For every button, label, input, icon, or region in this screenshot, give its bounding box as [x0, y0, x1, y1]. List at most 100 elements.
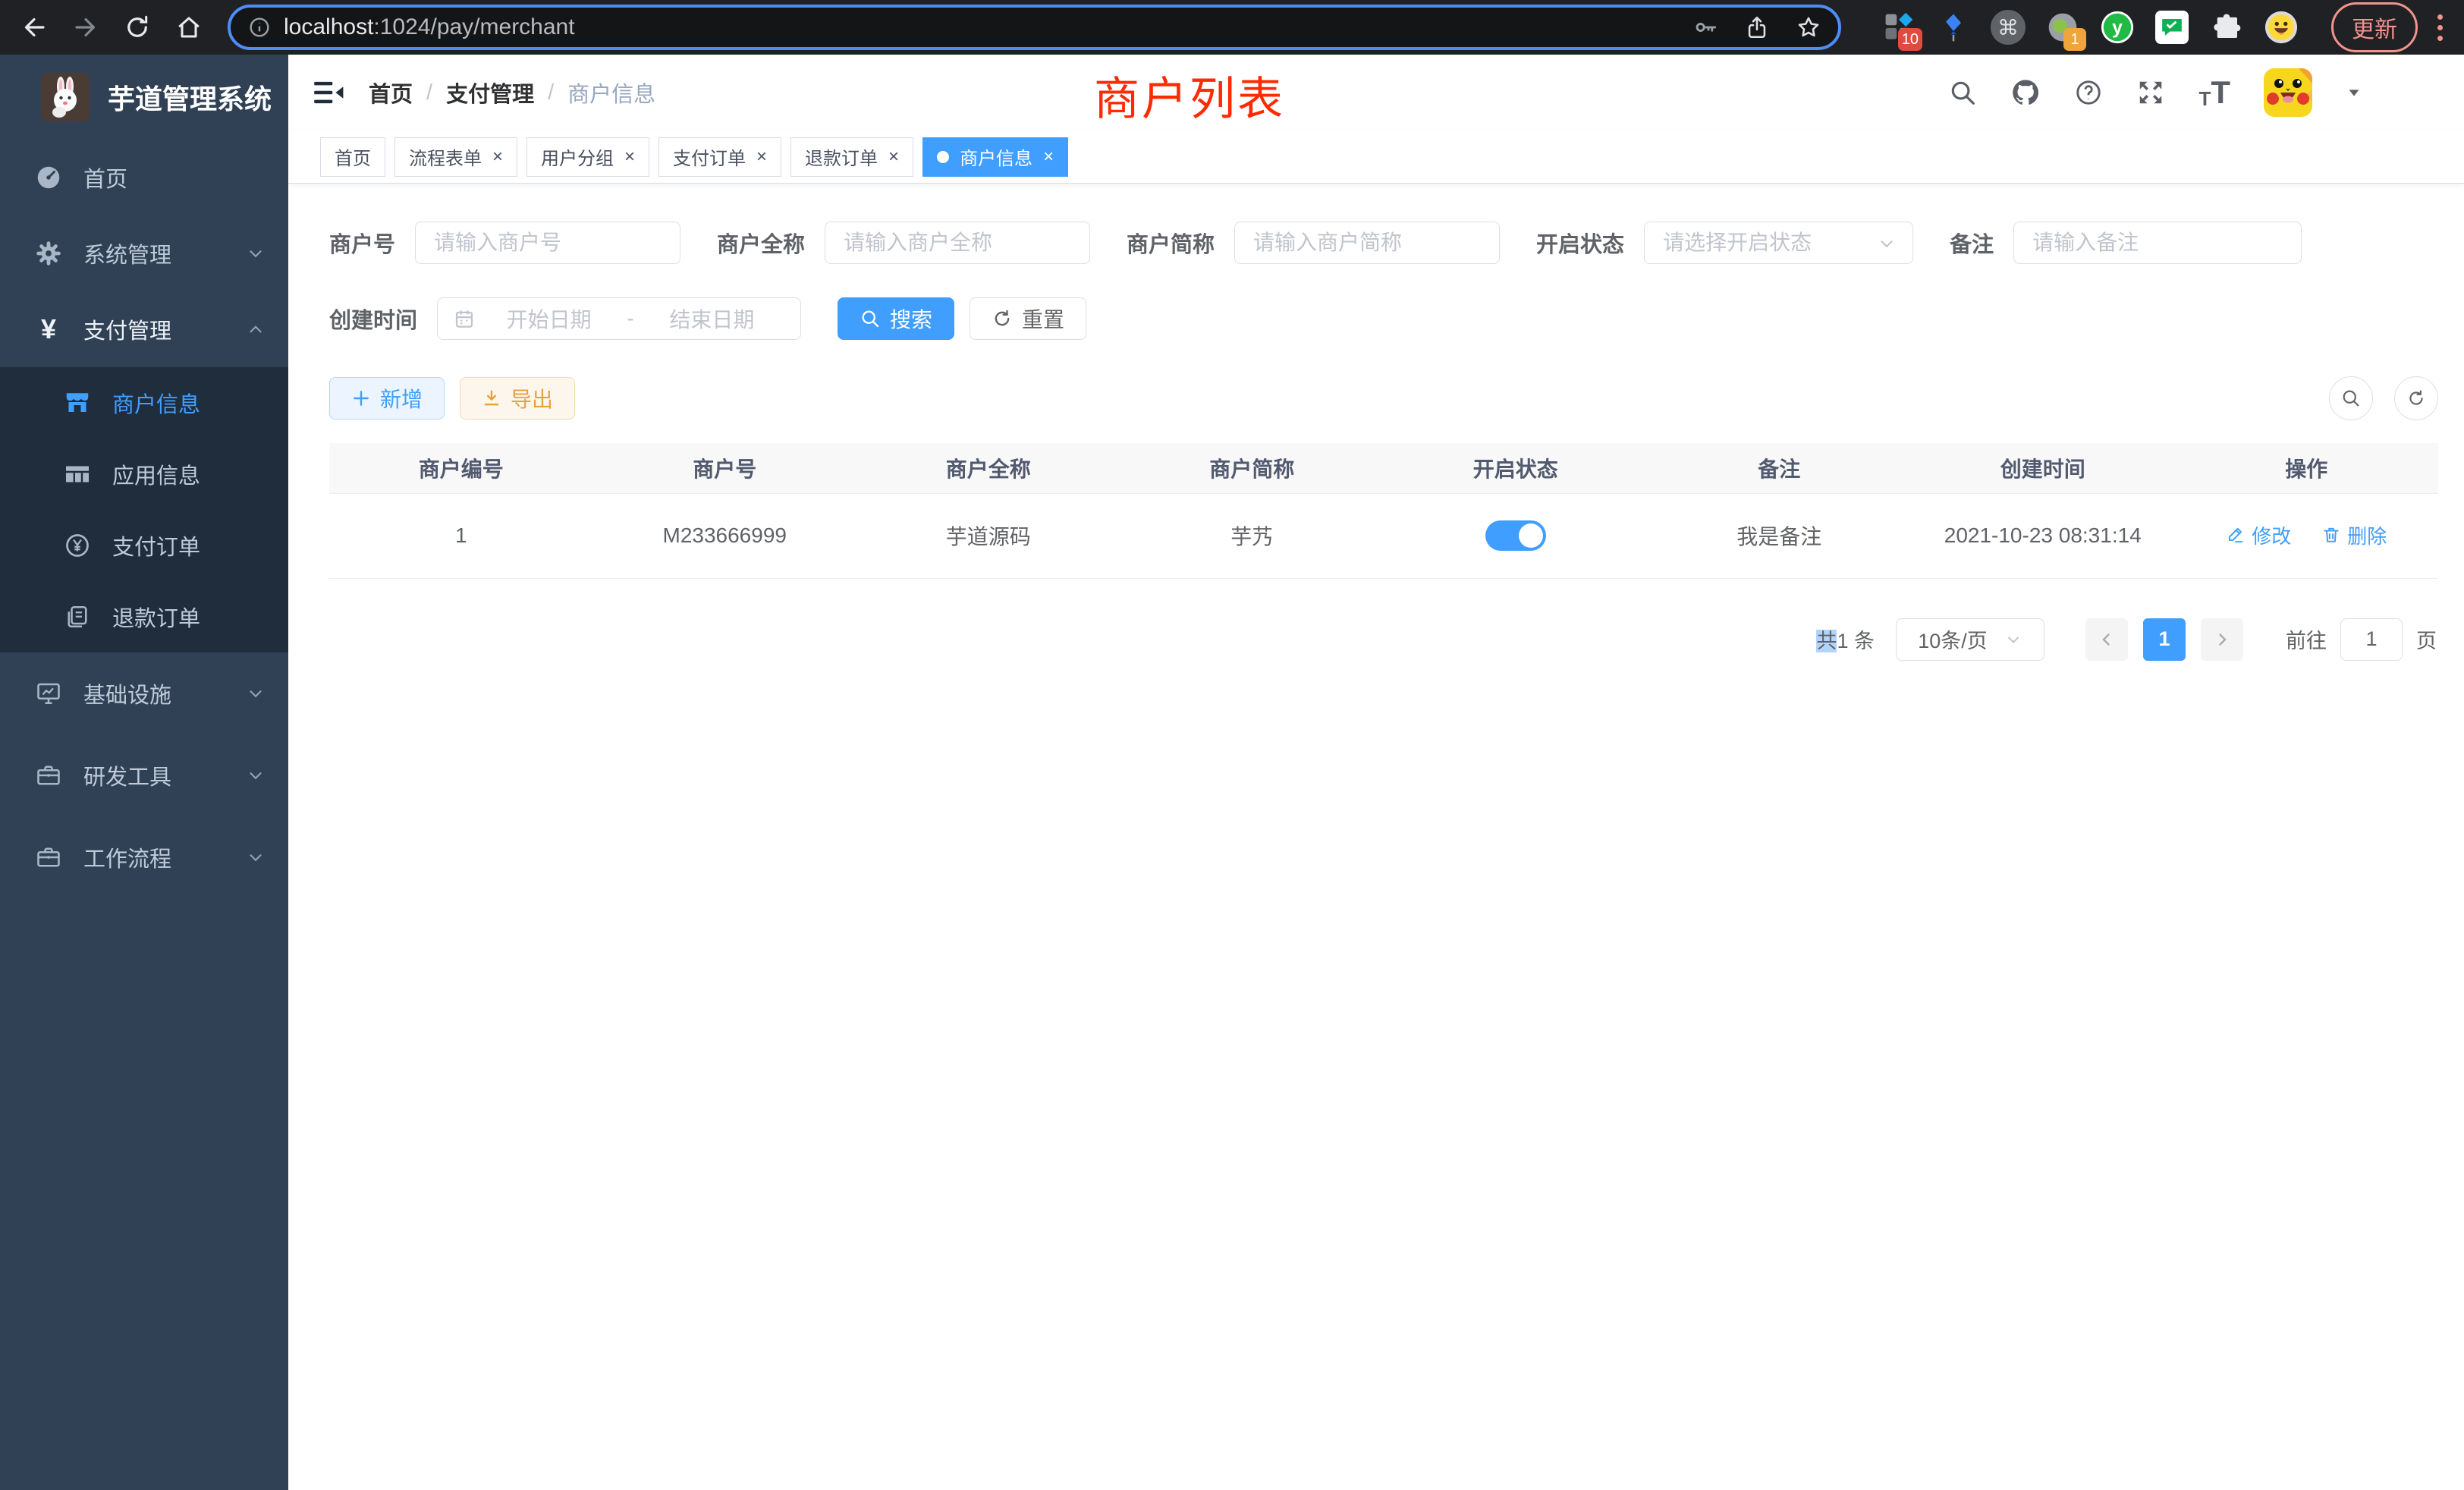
sidebar-item-merchant-info[interactable]: 商户信息: [0, 367, 288, 439]
field-remark: 备注: [1950, 222, 2302, 264]
browser-forward-button[interactable]: [65, 7, 106, 48]
status-toggle[interactable]: [1485, 520, 1546, 551]
goto-page-input[interactable]: [2340, 618, 2403, 661]
caret-down-icon[interactable]: [2346, 84, 2362, 101]
edit-link[interactable]: 修改: [2226, 521, 2291, 549]
extension-kite-button[interactable]: [1936, 10, 1971, 45]
edit-icon: [2226, 525, 2246, 545]
extension-command-button[interactable]: ⌘: [1991, 10, 2026, 45]
address-bar[interactable]: localhost:1024/pay/merchant: [228, 5, 1841, 50]
search-icon: [860, 308, 881, 329]
extension-green-y-button[interactable]: y: [2100, 10, 2135, 45]
full-name-input[interactable]: [825, 222, 1090, 264]
sidebar-item-pay[interactable]: ¥ 支付管理: [0, 291, 288, 367]
header-search-icon[interactable]: [1948, 78, 1977, 107]
page-number-button[interactable]: 1: [2143, 618, 2186, 661]
merchant-no-input[interactable]: [415, 222, 680, 264]
help-icon[interactable]: [2074, 78, 2103, 107]
reset-button-label: 重置: [1022, 303, 1064, 334]
tab-process-form[interactable]: 流程表单 ×: [394, 137, 517, 177]
extension-blocks-button[interactable]: 10: [1881, 10, 1916, 45]
hamburger-icon[interactable]: [314, 80, 344, 105]
tab-label: 支付订单: [673, 143, 746, 170]
sidebar-item-home[interactable]: 首页: [0, 140, 288, 215]
chat-icon: [2155, 11, 2189, 44]
search-button[interactable]: 搜索: [838, 297, 954, 340]
goto-unit: 页: [2416, 624, 2437, 654]
tab-home[interactable]: 首页: [320, 137, 385, 177]
field-merchant-no: 商户号: [329, 222, 680, 264]
tab-user-group[interactable]: 用户分组×: [526, 137, 649, 177]
forward-arrow-icon: [72, 14, 99, 41]
date-separator: -: [622, 306, 638, 331]
browser-home-button[interactable]: [168, 7, 209, 48]
sidebar-item-label: 系统管理: [83, 237, 171, 269]
extension-puzzle-button[interactable]: [2209, 10, 2244, 45]
chevron-right-icon: [2213, 630, 2231, 649]
sidebar-item-system[interactable]: 系统管理: [0, 215, 288, 291]
font-size-icon[interactable]: TT: [2198, 74, 2230, 111]
rabbit-logo-icon: [41, 73, 90, 121]
field-create-time: 创建时间 开始日期 - 结束日期: [329, 297, 801, 340]
breadcrumb-home[interactable]: 首页: [369, 77, 413, 108]
fullscreen-icon[interactable]: [2136, 78, 2165, 107]
chevron-down-icon: [246, 684, 266, 703]
extension-chat-button[interactable]: [2154, 10, 2189, 45]
toggle-search-button[interactable]: [2329, 376, 2373, 420]
tab-label: 流程表单: [409, 143, 482, 170]
short-name-input[interactable]: [1234, 222, 1500, 264]
page-size-select[interactable]: 10条/页: [1896, 618, 2044, 661]
share-button[interactable]: [1744, 14, 1770, 40]
close-icon[interactable]: ×: [492, 148, 503, 166]
refresh-icon: [2406, 388, 2427, 409]
emoji-face-icon: [2264, 10, 2299, 45]
date-range-picker[interactable]: 开始日期 - 结束日期: [437, 297, 801, 340]
tab-refund-order[interactable]: 退款订单×: [790, 137, 913, 177]
reset-button[interactable]: 重置: [970, 297, 1086, 340]
browser-back-button[interactable]: [14, 7, 55, 48]
tab-merchant-info[interactable]: 商户信息×: [922, 137, 1068, 177]
sidebar-item-infra[interactable]: 基础设施: [0, 652, 288, 734]
browser-menu-button[interactable]: [2430, 10, 2450, 46]
github-icon[interactable]: [2010, 77, 2041, 108]
next-page-button[interactable]: [2201, 618, 2243, 661]
col-merchant-id: 商户编号: [329, 443, 593, 493]
add-button[interactable]: 新增: [329, 377, 445, 420]
cell-status: [1384, 493, 1648, 578]
field-short-name: 商户简称: [1127, 222, 1500, 264]
bookmark-star-button[interactable]: [1796, 14, 1821, 40]
info-icon[interactable]: [247, 15, 272, 39]
browser-reload-button[interactable]: [117, 7, 158, 48]
extension-emoji-button[interactable]: [2264, 10, 2299, 45]
prev-page-button[interactable]: [2085, 618, 2128, 661]
status-select[interactable]: [1644, 222, 1913, 264]
breadcrumb-pay[interactable]: 支付管理: [446, 77, 534, 108]
sidebar-item-pay-order[interactable]: 支付订单: [0, 510, 288, 581]
app-logo[interactable]: 芋道管理系统: [0, 55, 288, 140]
sidebar-item-workflow[interactable]: 工作流程: [0, 816, 288, 898]
extension-proxy-button[interactable]: 1: [2045, 10, 2080, 45]
browser-update-button[interactable]: 更新: [2331, 2, 2418, 52]
shop-icon: [61, 389, 94, 417]
close-icon[interactable]: ×: [1043, 148, 1054, 166]
chevron-left-icon: [2098, 630, 2116, 649]
field-label: 备注: [1950, 227, 1994, 259]
export-button[interactable]: 导出: [460, 377, 575, 420]
remark-input[interactable]: [2013, 222, 2302, 264]
close-icon[interactable]: ×: [756, 148, 767, 166]
delete-link[interactable]: 删除: [2321, 521, 2387, 549]
sidebar-item-refund-order[interactable]: 退款订单: [0, 581, 288, 652]
close-icon[interactable]: ×: [888, 148, 899, 166]
tab-pay-order[interactable]: 支付订单 ×: [658, 137, 781, 177]
extensions-area: 10 ⌘ 1 y: [1872, 10, 2308, 45]
password-key-button[interactable]: [1692, 14, 1718, 40]
user-avatar[interactable]: [2264, 68, 2312, 117]
refresh-table-button[interactable]: [2394, 376, 2438, 420]
navbar-actions: TT: [1948, 68, 2362, 117]
cell-create-time: 2021-10-23 08:31:14: [1911, 493, 2175, 578]
sidebar-item-app-info[interactable]: 应用信息: [0, 439, 288, 510]
sidebar-item-devtools[interactable]: 研发工具: [0, 734, 288, 816]
close-icon[interactable]: ×: [624, 148, 635, 166]
tags-view: 首页 流程表单 × 用户分组× 支付订单 × 退款订单× 商户信息×: [288, 130, 2464, 184]
col-status: 开启状态: [1384, 443, 1648, 493]
